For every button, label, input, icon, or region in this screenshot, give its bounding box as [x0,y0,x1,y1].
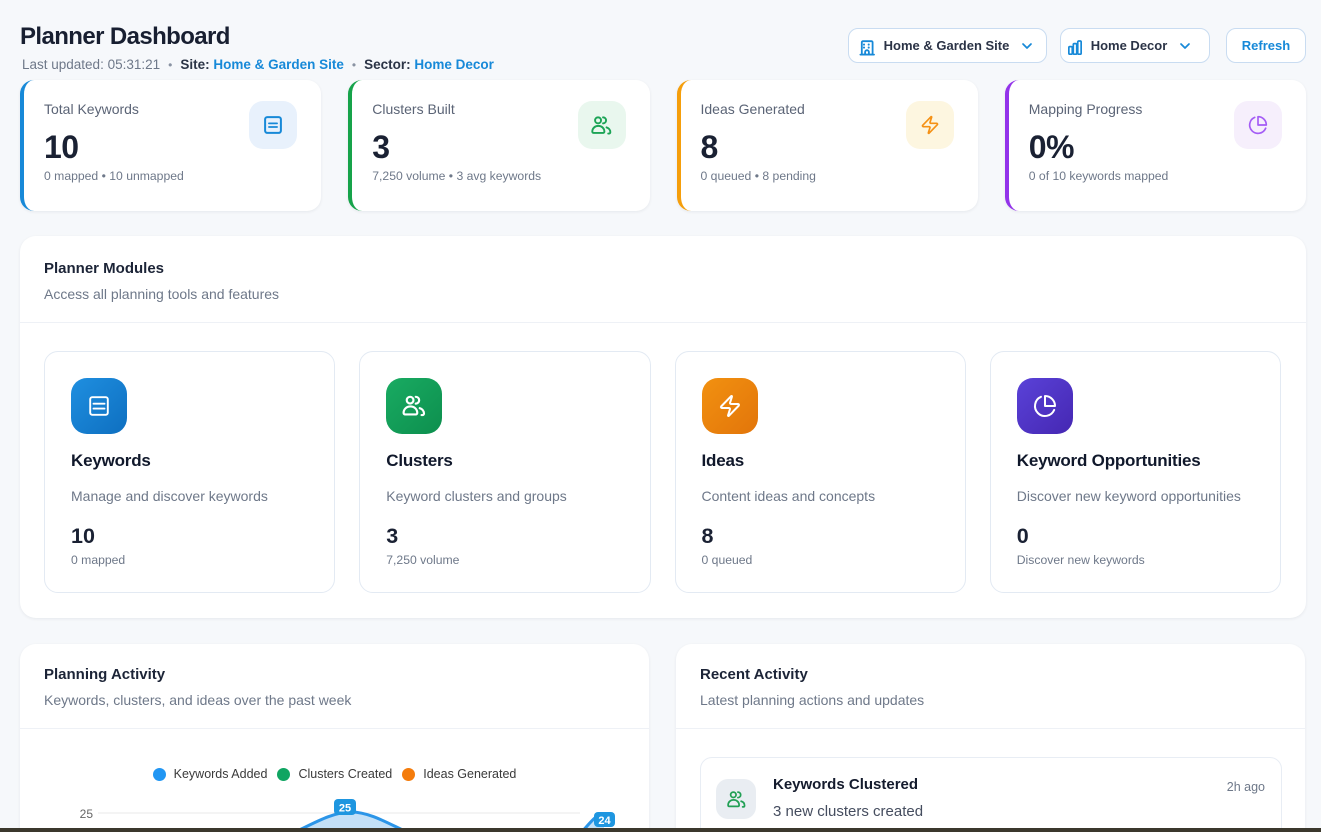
svg-text:25: 25 [80,807,94,821]
svg-text:25: 25 [339,803,351,815]
svg-text:24: 24 [598,815,611,827]
